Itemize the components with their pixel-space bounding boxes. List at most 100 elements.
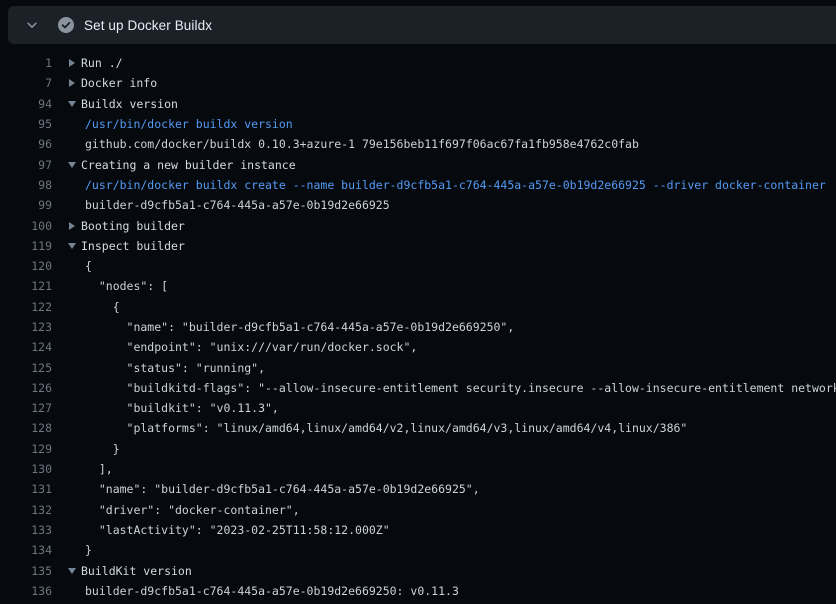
line-number[interactable]: 97	[0, 158, 52, 172]
line-number[interactable]: 123	[0, 320, 52, 334]
collapse-group-icon	[68, 568, 76, 574]
log-line: 120 {	[0, 256, 836, 276]
log-line: 133 "lastActivity": "2023-02-25T11:58:12…	[0, 520, 836, 540]
line-number[interactable]: 136	[0, 584, 52, 598]
chevron-down-icon[interactable]	[18, 11, 46, 39]
log-line: 129 }	[0, 439, 836, 459]
log-line: 130 ],	[0, 459, 836, 479]
log-line: 100 Booting builder	[0, 215, 836, 235]
group-toggle[interactable]: BuildKit version	[68, 564, 192, 578]
expand-group-icon	[69, 222, 75, 230]
log-line: 96 github.com/docker/buildx 0.10.3+azure-…	[0, 134, 836, 154]
output-text: ],	[68, 462, 113, 476]
output-text: "nodes": [	[68, 279, 168, 293]
output-text: "status": "running",	[68, 361, 265, 375]
log-line: 136 builder-d9cfb5a1-c764-445a-a57e-0b19d…	[0, 581, 836, 601]
line-number[interactable]: 134	[0, 543, 52, 557]
line-number[interactable]: 132	[0, 503, 52, 517]
collapse-group-icon	[68, 162, 76, 168]
line-number[interactable]: 128	[0, 421, 52, 435]
check-circle-icon	[58, 17, 74, 33]
output-text: }	[68, 543, 92, 557]
log-line: 134}	[0, 540, 836, 560]
line-number[interactable]: 96	[0, 137, 52, 151]
line-number[interactable]: 99	[0, 198, 52, 212]
line-number[interactable]: 124	[0, 340, 52, 354]
log-line: 126 "buildkitd-flags": "--allow-insecure…	[0, 378, 836, 398]
output-text: {	[68, 300, 120, 314]
line-number[interactable]: 94	[0, 97, 52, 111]
group-label: Buildx version	[81, 97, 178, 111]
log-line: 135 BuildKit version	[0, 560, 836, 580]
output-text: {	[68, 259, 92, 273]
output-text: "lastActivity": "2023-02-25T11:58:12.000…	[68, 523, 390, 537]
group-toggle[interactable]: Run ./	[68, 56, 123, 70]
output-text: "driver": "docker-container",	[68, 503, 300, 517]
group-label: Inspect builder	[81, 239, 185, 253]
log-line: 123 "name": "builder-d9cfb5a1-c764-445a-…	[0, 317, 836, 337]
group-toggle[interactable]: Inspect builder	[68, 239, 185, 253]
step-title: Set up Docker Buildx	[84, 18, 212, 33]
collapse-group-icon	[68, 243, 76, 249]
log-line: 94 Buildx version	[0, 94, 836, 114]
group-toggle[interactable]: Booting builder	[68, 219, 185, 233]
line-number[interactable]: 7	[0, 76, 52, 90]
log-line: 128 "platforms": "linux/amd64,linux/amd6…	[0, 418, 836, 438]
line-number[interactable]: 1	[0, 56, 52, 70]
output-text: "name": "builder-d9cfb5a1-c764-445a-a57e…	[68, 482, 480, 496]
log-line: 99 builder-d9cfb5a1-c764-445a-a57e-0b19d2…	[0, 195, 836, 215]
line-number[interactable]: 100	[0, 219, 52, 233]
line-number[interactable]: 129	[0, 442, 52, 456]
expand-group-icon	[69, 79, 75, 87]
line-number[interactable]: 95	[0, 117, 52, 131]
log-line: 97 Creating a new builder instance	[0, 154, 836, 174]
log-line: 7 Docker info	[0, 73, 836, 93]
group-label: Docker info	[81, 76, 157, 90]
log-line: 124 "endpoint": "unix:///var/run/docker.…	[0, 337, 836, 357]
line-number[interactable]: 130	[0, 462, 52, 476]
output-text: "platforms": "linux/amd64,linux/amd64/v2…	[68, 421, 687, 435]
line-number[interactable]: 127	[0, 401, 52, 415]
line-number[interactable]: 120	[0, 259, 52, 273]
output-text: "endpoint": "unix:///var/run/docker.sock…	[68, 340, 417, 354]
command-text: /usr/bin/docker buildx version	[68, 117, 293, 131]
collapse-group-icon	[68, 101, 76, 107]
group-toggle[interactable]: Creating a new builder instance	[68, 158, 296, 172]
log-line: 132 "driver": "docker-container",	[0, 500, 836, 520]
group-toggle[interactable]: Docker info	[68, 76, 157, 90]
line-number[interactable]: 135	[0, 564, 52, 578]
step-header[interactable]: Set up Docker Buildx	[8, 6, 836, 44]
log-line: 131 "name": "builder-d9cfb5a1-c764-445a-…	[0, 479, 836, 499]
command-text: /usr/bin/docker buildx create --name bui…	[68, 178, 826, 192]
log-line: 98/usr/bin/docker buildx create --name b…	[0, 175, 836, 195]
line-number[interactable]: 133	[0, 523, 52, 537]
line-number[interactable]: 98	[0, 178, 52, 192]
output-text: github.com/docker/buildx 0.10.3+azure-1 …	[68, 137, 639, 151]
line-number[interactable]: 119	[0, 239, 52, 253]
log-line: 125 "status": "running",	[0, 357, 836, 377]
output-text: }	[68, 442, 120, 456]
group-label: Run ./	[81, 56, 123, 70]
line-number[interactable]: 131	[0, 482, 52, 496]
log-line: 119 Inspect builder	[0, 236, 836, 256]
expand-group-icon	[69, 59, 75, 67]
output-text: "name": "builder-d9cfb5a1-c764-445a-a57e…	[68, 320, 514, 334]
output-text: builder-d9cfb5a1-c764-445a-a57e-0b19d2e6…	[68, 198, 390, 212]
line-number[interactable]: 121	[0, 279, 52, 293]
log-lines: 1 Run ./ 7 Docker info 94 Buildx version 95/us…	[0, 53, 836, 601]
output-text: "buildkitd-flags": "--allow-insecure-ent…	[68, 381, 836, 395]
group-label: BuildKit version	[81, 564, 192, 578]
output-text: "buildkit": "v0.11.3",	[68, 401, 279, 415]
log-line: 121 "nodes": [	[0, 276, 836, 296]
line-number[interactable]: 125	[0, 361, 52, 375]
group-toggle[interactable]: Buildx version	[68, 97, 178, 111]
log-line: 122 {	[0, 297, 836, 317]
log-line: 95/usr/bin/docker buildx version	[0, 114, 836, 134]
line-number[interactable]: 126	[0, 381, 52, 395]
group-label: Booting builder	[81, 219, 185, 233]
output-text: builder-d9cfb5a1-c764-445a-a57e-0b19d2e6…	[68, 584, 459, 598]
line-number[interactable]: 122	[0, 300, 52, 314]
group-label: Creating a new builder instance	[81, 158, 296, 172]
log-line: 1 Run ./	[0, 53, 836, 73]
log-line: 127 "buildkit": "v0.11.3",	[0, 398, 836, 418]
